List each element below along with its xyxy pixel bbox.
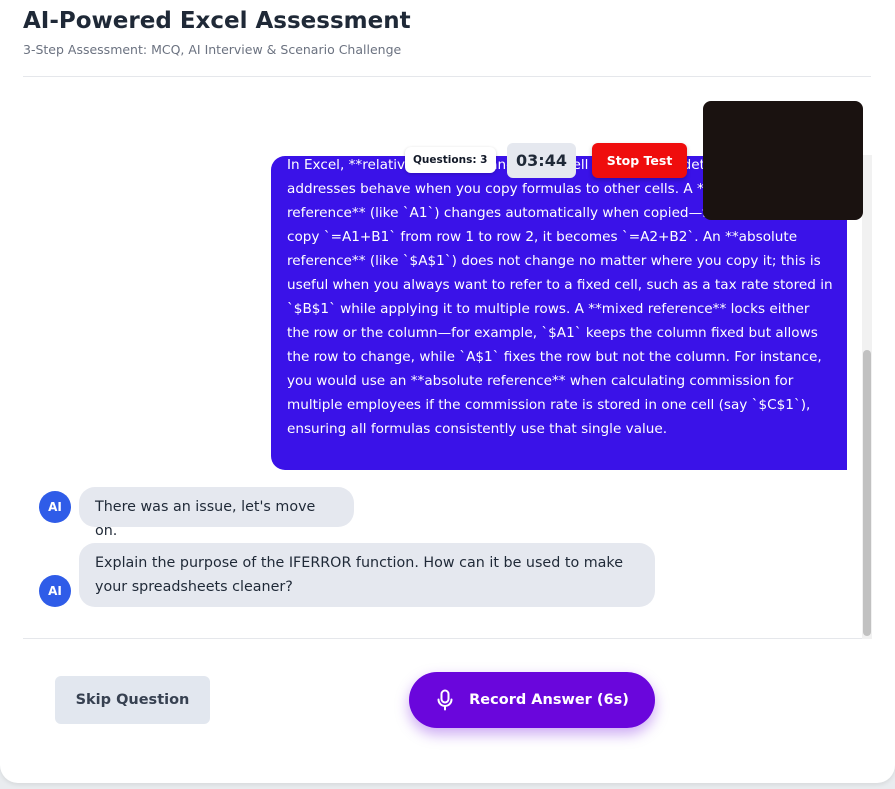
countdown-timer: 03:44 xyxy=(507,143,576,178)
skip-question-button[interactable]: Skip Question xyxy=(55,676,210,724)
ai-message-bubble: There was an issue, let's move on. xyxy=(79,487,354,539)
questions-counter: Questions: 3 xyxy=(405,147,496,173)
webcam-preview xyxy=(703,101,863,220)
chat-scrollbar[interactable] xyxy=(862,155,872,639)
record-answer-label: Record Answer (6s) xyxy=(469,692,629,708)
ai-message-row: AI There was an issue, let's move on. xyxy=(39,487,354,539)
microphone-icon xyxy=(437,689,453,711)
assessment-card: AI-Powered Excel Assessment 3-Step Asses… xyxy=(0,0,895,783)
page-subtitle: 3-Step Assessment: MCQ, AI Interview & S… xyxy=(23,42,402,57)
ai-message-row: AI Explain the purpose of the IFERROR fu… xyxy=(39,543,655,607)
stop-test-button[interactable]: Stop Test xyxy=(592,143,687,178)
ai-avatar: AI xyxy=(39,575,71,607)
scrollbar-thumb[interactable] xyxy=(863,350,871,636)
record-answer-button[interactable]: Record Answer (6s) xyxy=(409,672,655,728)
ai-avatar: AI xyxy=(39,491,71,523)
ai-message-bubble: Explain the purpose of the IFERROR funct… xyxy=(79,543,655,607)
header: AI-Powered Excel Assessment 3-Step Asses… xyxy=(23,0,871,77)
page-title: AI-Powered Excel Assessment xyxy=(23,8,411,34)
